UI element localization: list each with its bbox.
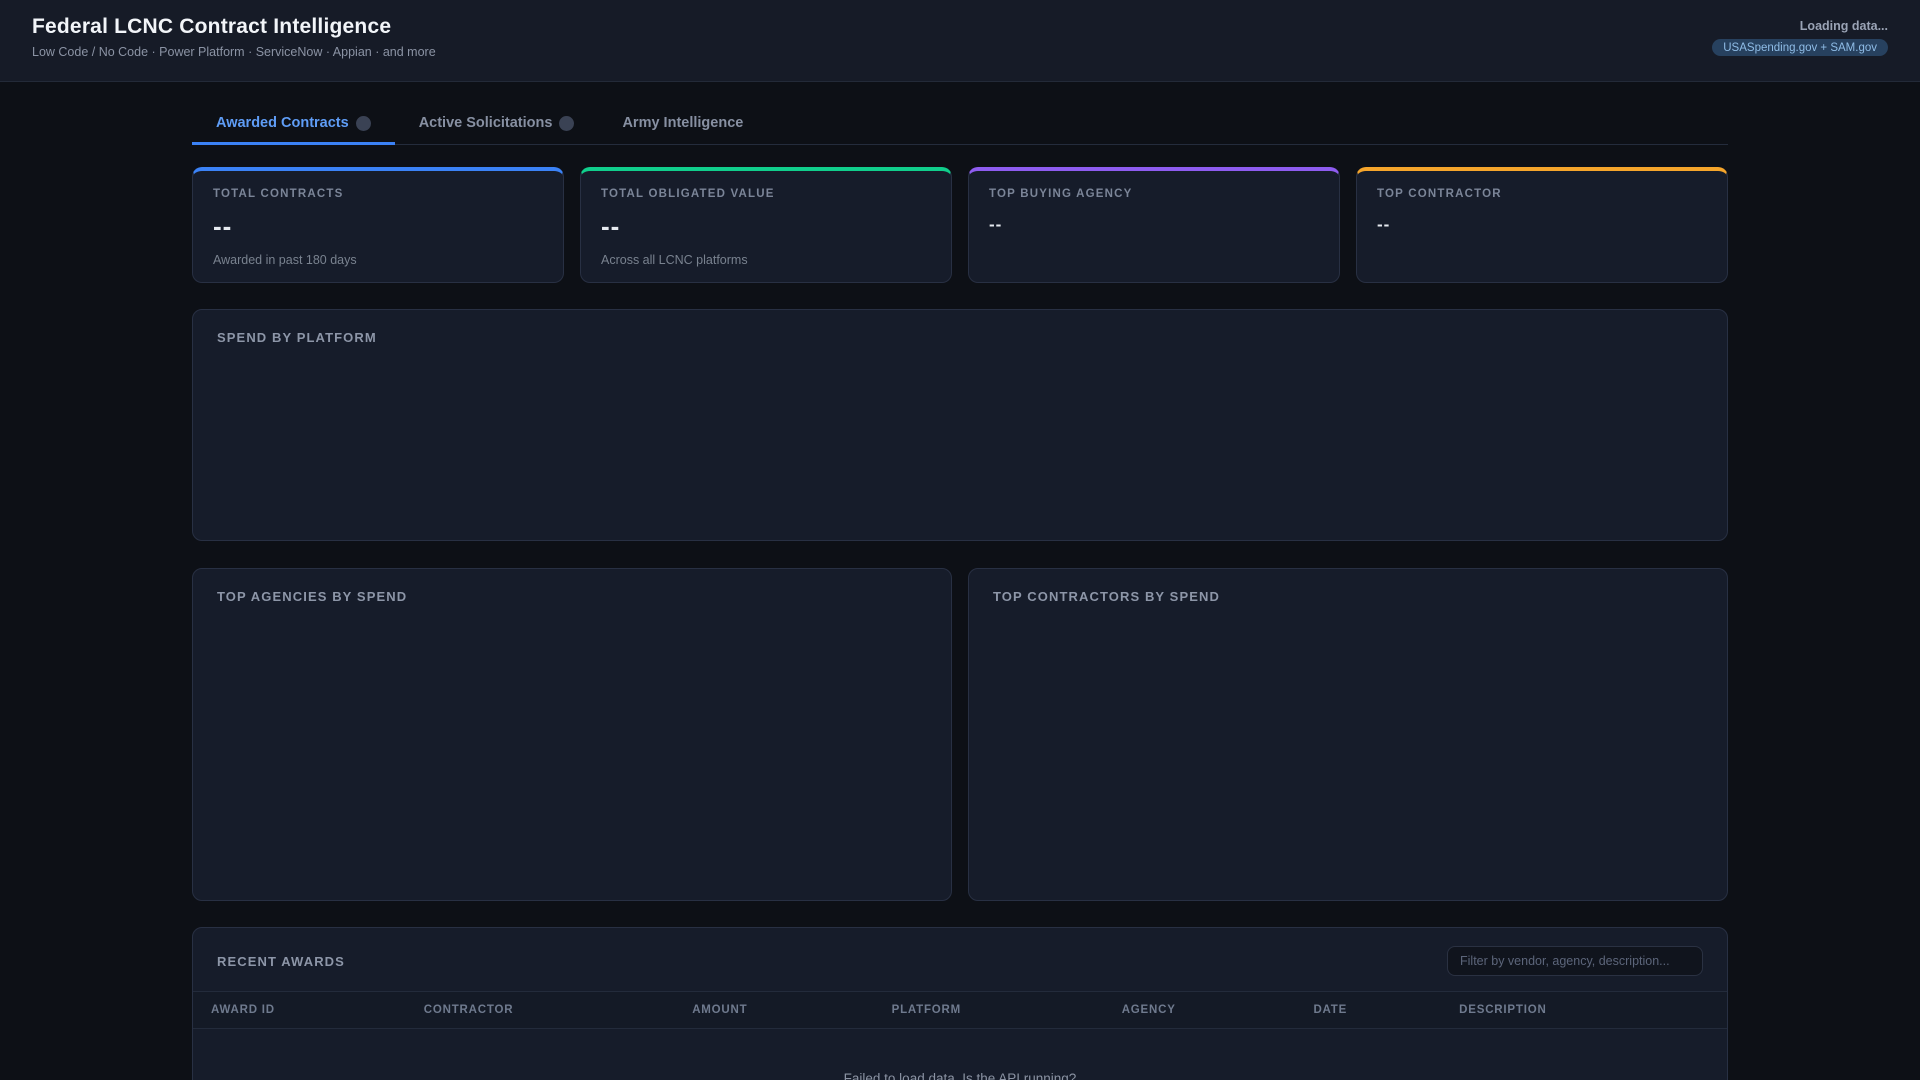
loading-status-text: Loading data...	[1799, 19, 1888, 33]
column-header-award-id: AWARD ID	[211, 1004, 275, 1016]
panel-title: TOP AGENCIES BY SPEND	[217, 589, 408, 604]
recent-awards-panel: RECENT AWARDS AWARD ID CONTRACTOR AMOUNT…	[192, 927, 1728, 1080]
stat-value: --	[213, 211, 233, 241]
tab-army-intelligence[interactable]: Army Intelligence	[598, 115, 767, 145]
tab-count-badge	[355, 115, 371, 131]
stat-label: TOTAL OBLIGATED VALUE	[601, 188, 775, 200]
stat-cards-row: TOTAL CONTRACTS -- Awarded in past 180 d…	[192, 167, 1728, 283]
stat-subtitle: Awarded in past 180 days	[213, 253, 357, 267]
column-header-platform: PLATFORM	[891, 1004, 962, 1016]
panel-title: RECENT AWARDS	[217, 953, 345, 969]
header-title-block: Federal LCNC Contract Intelligence Low C…	[32, 15, 436, 59]
column-header-description: DESCRIPTION	[1459, 1004, 1547, 1016]
top-agencies-panel: TOP AGENCIES BY SPEND	[192, 568, 952, 901]
stat-label: TOTAL CONTRACTS	[213, 188, 344, 200]
tab-count-badge	[559, 115, 575, 131]
stat-card-total-obligated-value: TOTAL OBLIGATED VALUE -- Across all LCNC…	[580, 167, 952, 283]
tab-label: Army Intelligence	[622, 115, 744, 131]
header-status-block: Loading data... USASpending.gov + SAM.go…	[1712, 15, 1888, 56]
tab-bar: Awarded Contracts Active Solicitations A…	[192, 115, 1728, 145]
column-header-contractor: CONTRACTOR	[423, 1004, 514, 1016]
page-subtitle: Low Code / No Code · Power Platform · Se…	[32, 45, 436, 59]
main-content: Awarded Contracts Active Solicitations A…	[192, 115, 1728, 1080]
stat-value: --	[601, 211, 621, 241]
table-empty-row: Failed to load data. Is the API running?	[193, 1029, 1727, 1080]
tab-awarded-contracts[interactable]: Awarded Contracts	[192, 115, 395, 145]
table-error-message: Failed to load data. Is the API running?	[843, 1071, 1077, 1080]
stat-card-top-buying-agency: TOP BUYING AGENCY --	[968, 167, 1340, 283]
panel-title: TOP CONTRACTORS BY SPEND	[993, 589, 1220, 604]
stat-value: --	[1377, 215, 1391, 234]
awards-filter-input[interactable]	[1447, 946, 1703, 976]
tab-label: Awarded Contracts	[216, 115, 349, 131]
app-header: Federal LCNC Contract Intelligence Low C…	[0, 0, 1920, 82]
data-source-badge: USASpending.gov + SAM.gov	[1712, 39, 1888, 56]
column-header-date: DATE	[1313, 1004, 1348, 1016]
page-title: Federal LCNC Contract Intelligence	[32, 15, 392, 38]
panel-title: SPEND BY PLATFORM	[217, 330, 377, 345]
top-contractors-panel: TOP CONTRACTORS BY SPEND	[968, 568, 1728, 901]
spend-by-platform-panel: SPEND BY PLATFORM	[192, 309, 1728, 541]
tab-label: Active Solicitations	[418, 115, 553, 131]
middle-panels-row: TOP AGENCIES BY SPEND TOP CONTRACTORS BY…	[192, 568, 1728, 901]
column-header-amount: AMOUNT	[692, 1004, 748, 1016]
table-header-row: AWARD ID CONTRACTOR AMOUNT PLATFORM AGEN…	[193, 991, 1727, 1029]
stat-subtitle: Across all LCNC platforms	[601, 253, 748, 267]
stat-card-total-contracts: TOTAL CONTRACTS -- Awarded in past 180 d…	[192, 167, 564, 283]
stat-label: TOP BUYING AGENCY	[989, 188, 1133, 200]
tab-active-solicitations[interactable]: Active Solicitations	[395, 115, 599, 145]
recent-awards-header: RECENT AWARDS	[193, 928, 1727, 991]
stat-label: TOP CONTRACTOR	[1377, 188, 1502, 200]
recent-awards-table: AWARD ID CONTRACTOR AMOUNT PLATFORM AGEN…	[193, 991, 1727, 1080]
stat-card-top-contractor: TOP CONTRACTOR --	[1356, 167, 1728, 283]
column-header-agency: AGENCY	[1121, 1004, 1176, 1016]
stat-value: --	[989, 215, 1003, 234]
